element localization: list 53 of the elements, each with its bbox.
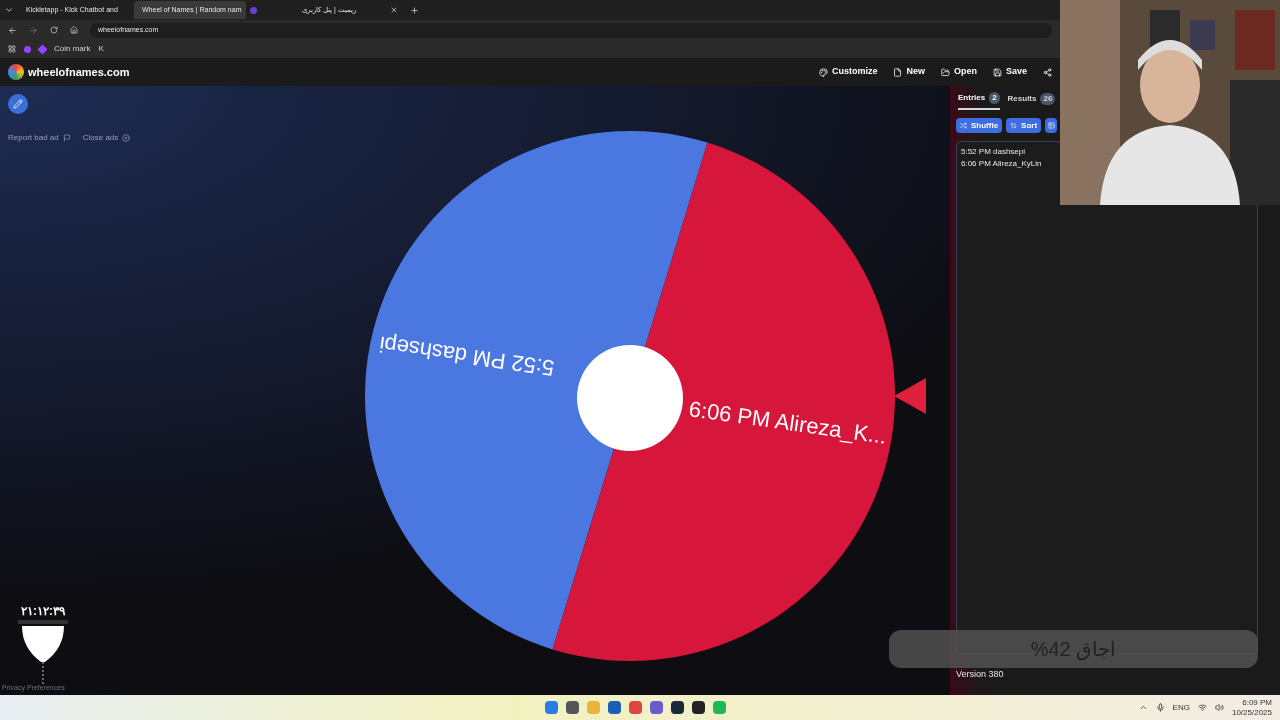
menu-item-icon bbox=[940, 67, 950, 77]
logo-icon bbox=[8, 64, 24, 80]
microphone-icon[interactable] bbox=[1155, 703, 1165, 712]
close-icon[interactable] bbox=[390, 6, 398, 14]
back-icon[interactable] bbox=[8, 25, 17, 35]
new-tab-icon[interactable] bbox=[410, 5, 419, 15]
menu-button[interactable]: Open bbox=[940, 65, 977, 79]
panel-tab[interactable]: Entries 2 bbox=[958, 92, 1000, 110]
taskbar-app-icon[interactable] bbox=[692, 701, 705, 714]
share-icon[interactable] bbox=[1043, 67, 1052, 77]
site-icon bbox=[250, 6, 257, 14]
version-text: Version 380 bbox=[956, 667, 1005, 681]
menu-item-icon bbox=[992, 67, 1002, 77]
menu-item-icon bbox=[818, 67, 828, 77]
sort-icon bbox=[1010, 122, 1018, 129]
image-button[interactable] bbox=[1045, 118, 1058, 133]
menu-item-icon bbox=[893, 67, 903, 77]
clock[interactable]: 6:09 PM 10/25/2025 bbox=[1231, 697, 1272, 718]
taskbar-app-icon[interactable] bbox=[671, 701, 684, 714]
edit-button[interactable] bbox=[8, 94, 28, 114]
language-indicator[interactable]: ENG bbox=[1172, 701, 1190, 714]
shuffle-icon bbox=[960, 122, 967, 129]
ad-link[interactable]: Report bad ad bbox=[8, 132, 71, 144]
volume-icon[interactable] bbox=[1214, 703, 1224, 712]
menu-button[interactable]: Save bbox=[992, 65, 1027, 79]
pointer-icon bbox=[892, 375, 928, 416]
tray-chevron-icon[interactable] bbox=[1138, 703, 1148, 712]
reload-icon[interactable] bbox=[50, 26, 58, 34]
wheel-label: 6:06 PM Alireza_K... bbox=[687, 395, 889, 449]
site-name[interactable]: wheelofnames.com bbox=[28, 63, 819, 81]
bookmark-icon[interactable] bbox=[37, 44, 48, 54]
hourglass-icon bbox=[18, 620, 68, 686]
flag-icon bbox=[62, 134, 71, 142]
wheel-center[interactable] bbox=[577, 344, 683, 451]
wheel-label: 5:52 PM dashsepi bbox=[377, 331, 556, 381]
bookmark-icon[interactable] bbox=[24, 45, 31, 53]
panel-tab[interactable]: Results 26 bbox=[1007, 92, 1056, 110]
bookmark[interactable]: Coin mark bbox=[54, 43, 91, 55]
ad-link[interactable]: Close ads bbox=[82, 132, 131, 144]
menu-button[interactable]: Customize bbox=[818, 65, 878, 79]
wifi-icon[interactable] bbox=[1197, 703, 1207, 712]
timer-text: ۲۱:۱۲:۳۹ bbox=[21, 603, 65, 620]
tab-menu-icon[interactable] bbox=[4, 5, 14, 15]
home-icon[interactable] bbox=[70, 26, 78, 34]
bookmark[interactable]: K bbox=[98, 43, 104, 55]
pencil-icon bbox=[13, 99, 23, 109]
image-icon bbox=[1047, 122, 1055, 129]
panel-button[interactable]: Shuffle bbox=[956, 118, 1003, 133]
panel-button[interactable]: Sort bbox=[1006, 118, 1042, 133]
apps-icon[interactable] bbox=[8, 45, 16, 53]
taskbar-app-icon[interactable] bbox=[566, 701, 579, 714]
menu-button[interactable]: New bbox=[893, 65, 925, 79]
close-icon bbox=[122, 134, 131, 142]
